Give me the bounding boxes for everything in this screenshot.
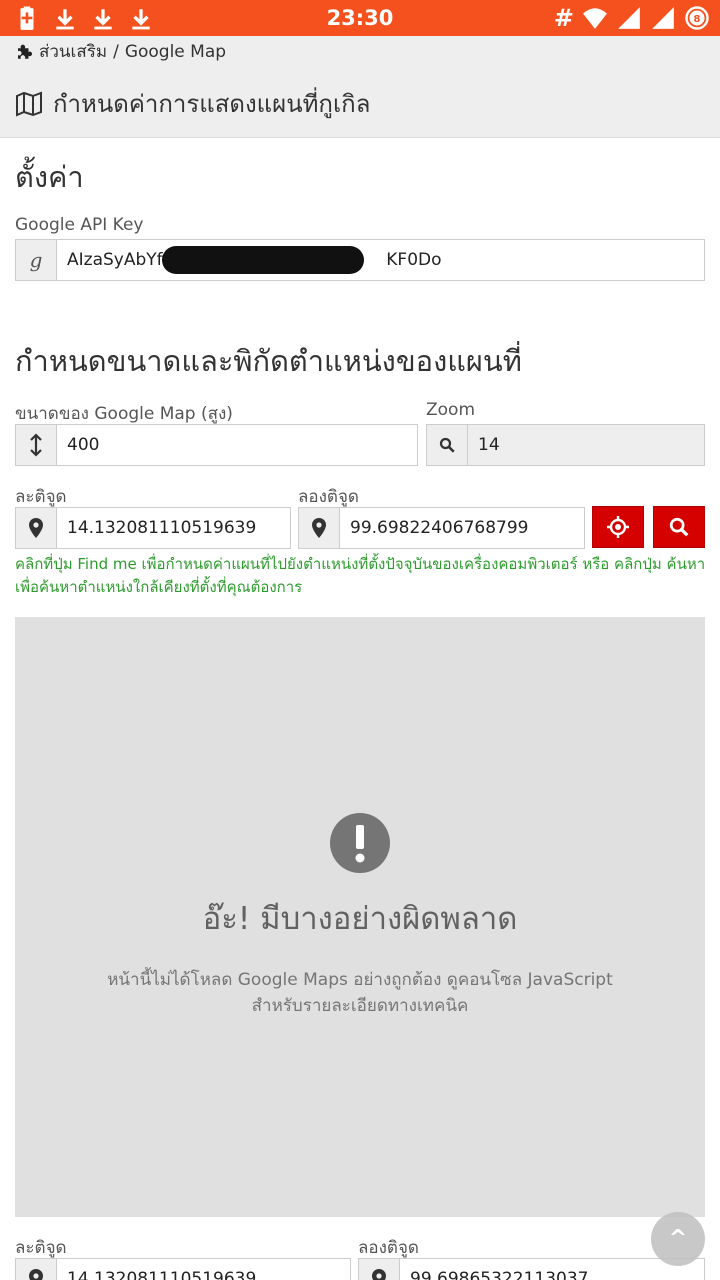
search-icon	[669, 517, 689, 537]
height-input[interactable]: 400	[57, 425, 417, 465]
bottom-longitude-input[interactable]: 99.69865322113037	[400, 1259, 704, 1280]
map-marker-icon	[16, 1259, 57, 1280]
page-title-text: กำหนดค่าการแสดงแผนที่กูเกิล	[53, 90, 371, 118]
redaction-bar	[162, 246, 364, 274]
api-key-input[interactable]: AIzaSyAbYf59 KF0Do	[57, 240, 704, 280]
page-header: ส่วนเสริม / Google Map กำหนดค่าการแสดงแผ…	[0, 36, 720, 138]
latitude-label: ละติจูด	[15, 487, 67, 507]
bottom-latitude-label: ละติจูด	[15, 1238, 67, 1258]
size-section-title: กำหนดขนาดและพิกัดตำแหน่งของแผนที่	[15, 344, 522, 378]
map-icon	[16, 91, 42, 117]
latitude-input[interactable]: 14.132081110519639	[57, 508, 290, 548]
longitude-input[interactable]: 99.69822406768799	[340, 508, 584, 548]
latitude-field[interactable]: 14.132081110519639	[15, 507, 291, 549]
scroll-to-top-button[interactable]: ^	[651, 1212, 705, 1266]
help-text: คลิกที่ปุ่ม Find me เพื่อกำหนดค่าแผนที่ไ…	[15, 555, 706, 596]
battery-level: 8	[694, 14, 701, 25]
crosshair-icon	[607, 516, 629, 538]
find-me-button[interactable]	[592, 506, 644, 548]
hash-icon: #	[553, 4, 574, 32]
bottom-longitude-field[interactable]: 99.69865322113037	[358, 1258, 705, 1280]
breadcrumb-parent[interactable]: ส่วนเสริม	[39, 38, 107, 65]
battery-saver-icon: 8	[685, 6, 709, 30]
alert-icon	[330, 813, 390, 873]
bottom-latitude-field[interactable]: 14.132081110519639	[15, 1258, 351, 1280]
map-error-message: หน้านี้ไม่ได้โหลด Google Maps อย่างถูกต้…	[15, 967, 705, 1019]
map-error-title: อ๊ะ! มีบางอย่างผิดพลาด	[202, 901, 518, 937]
search-icon	[427, 425, 468, 465]
breadcrumb: ส่วนเสริม / Google Map	[15, 38, 226, 65]
longitude-field[interactable]: 99.69822406768799	[298, 507, 585, 549]
map-error-line-2: สำหรับรายละเอียดทางเทคนิค	[251, 996, 469, 1016]
map-marker-icon	[359, 1259, 400, 1280]
wifi-icon	[583, 8, 607, 29]
map-container[interactable]: อ๊ะ! มีบางอย่างผิดพลาด หน้านี้ไม่ได้โหลด…	[15, 617, 705, 1217]
zoom-label: Zoom	[426, 400, 476, 420]
map-error-line-1: หน้านี้ไม่ได้โหลด Google Maps อย่างถูกต้…	[107, 970, 613, 990]
map-marker-icon	[16, 508, 57, 548]
longitude-label: ลองติจูด	[298, 487, 359, 507]
signal-icon	[652, 7, 674, 29]
breadcrumb-separator: /	[113, 41, 119, 62]
bottom-longitude-label: ลองติจูด	[358, 1238, 419, 1258]
map-marker-icon	[299, 508, 340, 548]
zoom-input[interactable]: 14	[468, 425, 704, 465]
resize-vertical-icon	[16, 425, 57, 465]
puzzle-icon	[18, 44, 32, 59]
zoom-field[interactable]: 14	[426, 424, 705, 466]
api-key-suffix: KF0Do	[386, 250, 442, 270]
api-key-label: Google API Key	[15, 215, 144, 235]
height-field[interactable]: 400	[15, 424, 418, 466]
google-icon: g	[16, 240, 57, 280]
signal-icon	[618, 7, 640, 29]
status-bar: 23:30 # 8	[0, 0, 720, 36]
settings-title: ตั้งค่า	[15, 160, 84, 194]
breadcrumb-current: Google Map	[124, 41, 227, 62]
search-location-button[interactable]	[653, 506, 705, 548]
height-label: ขนาดของ Google Map (สูง)	[15, 404, 233, 424]
bottom-latitude-input[interactable]: 14.132081110519639	[57, 1259, 350, 1280]
page-title: กำหนดค่าการแสดงแผนที่กูเกิล	[15, 84, 370, 123]
